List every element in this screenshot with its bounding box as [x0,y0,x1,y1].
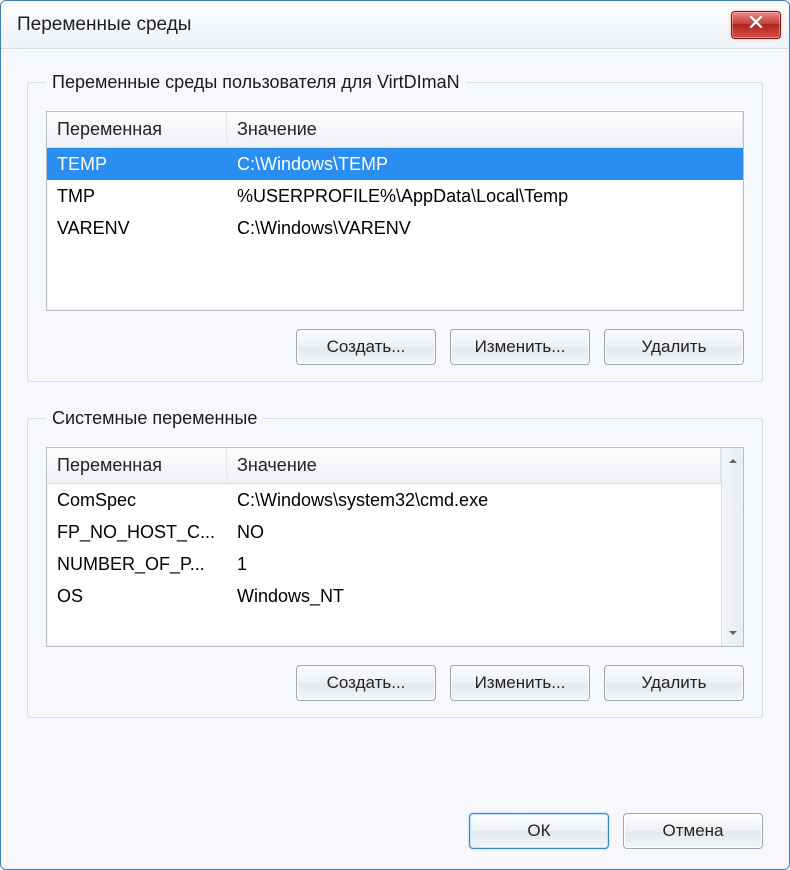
sys-vars-buttons: Создать... Изменить... Удалить [46,665,744,701]
dialog-body: Переменные среды пользователя для VirtDI… [1,49,789,869]
col-header-name[interactable]: Переменная [47,112,227,147]
sys-vars-legend: Системные переменные [46,408,263,429]
sys-vars-header: Переменная Значение [47,448,743,484]
var-name-cell: OS [47,586,227,607]
user-delete-button[interactable]: Удалить [604,329,744,365]
var-value-cell: C:\Windows\system32\cmd.exe [227,490,721,511]
var-value-cell: %USERPROFILE%\AppData\Local\Temp [227,186,743,207]
close-button[interactable] [731,11,781,39]
vertical-scrollbar[interactable] [721,448,743,646]
table-row[interactable]: TMP%USERPROFILE%\AppData\Local\Temp [47,180,743,212]
user-vars-legend: Переменные среды пользователя для VirtDI… [46,72,466,93]
env-vars-dialog: Переменные среды Переменные среды пользо… [0,0,790,870]
table-row[interactable]: VARENVC:\Windows\VARENV [47,212,743,244]
user-vars-list[interactable]: Переменная Значение TEMPC:\Windows\TEMPT… [46,111,744,311]
var-value-cell: 1 [227,554,721,575]
user-vars-group: Переменные среды пользователя для VirtDI… [27,72,763,382]
col-header-name[interactable]: Переменная [47,448,227,483]
table-row[interactable]: NUMBER_OF_P...1 [47,548,743,580]
var-name-cell: ComSpec [47,490,227,511]
sys-delete-button[interactable]: Удалить [604,665,744,701]
var-name-cell: TEMP [47,154,227,175]
cancel-button[interactable]: Отмена [623,813,763,849]
var-name-cell: FP_NO_HOST_C... [47,522,227,543]
user-vars-buttons: Создать... Изменить... Удалить [46,329,744,365]
sys-vars-group: Системные переменные Переменная Значение… [27,408,763,718]
table-row[interactable]: ComSpecC:\Windows\system32\cmd.exe [47,484,743,516]
table-row[interactable]: TEMPC:\Windows\TEMP [47,148,743,180]
var-value-cell: NO [227,522,721,543]
titlebar[interactable]: Переменные среды [1,1,789,49]
sys-vars-rows: ComSpecC:\Windows\system32\cmd.exeFP_NO_… [47,484,743,612]
user-vars-rows: TEMPC:\Windows\TEMPTMP%USERPROFILE%\AppD… [47,148,743,244]
scroll-down-icon[interactable] [726,626,740,640]
var-value-cell: Windows_NT [227,586,721,607]
close-icon [748,14,764,35]
var-name-cell: VARENV [47,218,227,239]
ok-button[interactable]: ОК [469,813,609,849]
table-row[interactable]: FP_NO_HOST_C...NO [47,516,743,548]
var-name-cell: NUMBER_OF_P... [47,554,227,575]
table-row[interactable]: OSWindows_NT [47,580,743,612]
sys-edit-button[interactable]: Изменить... [450,665,590,701]
col-header-value[interactable]: Значение [227,112,743,147]
scroll-up-icon[interactable] [726,454,740,468]
sys-vars-list[interactable]: Переменная Значение ComSpecC:\Windows\sy… [46,447,744,647]
user-vars-header: Переменная Значение [47,112,743,148]
var-value-cell: C:\Windows\VARENV [227,218,743,239]
col-header-value[interactable]: Значение [227,448,721,483]
sys-new-button[interactable]: Создать... [296,665,436,701]
user-edit-button[interactable]: Изменить... [450,329,590,365]
var-value-cell: C:\Windows\TEMP [227,154,743,175]
window-title: Переменные среды [17,14,191,36]
var-name-cell: TMP [47,186,227,207]
user-new-button[interactable]: Создать... [296,329,436,365]
dialog-footer-buttons: ОК Отмена [27,803,763,849]
